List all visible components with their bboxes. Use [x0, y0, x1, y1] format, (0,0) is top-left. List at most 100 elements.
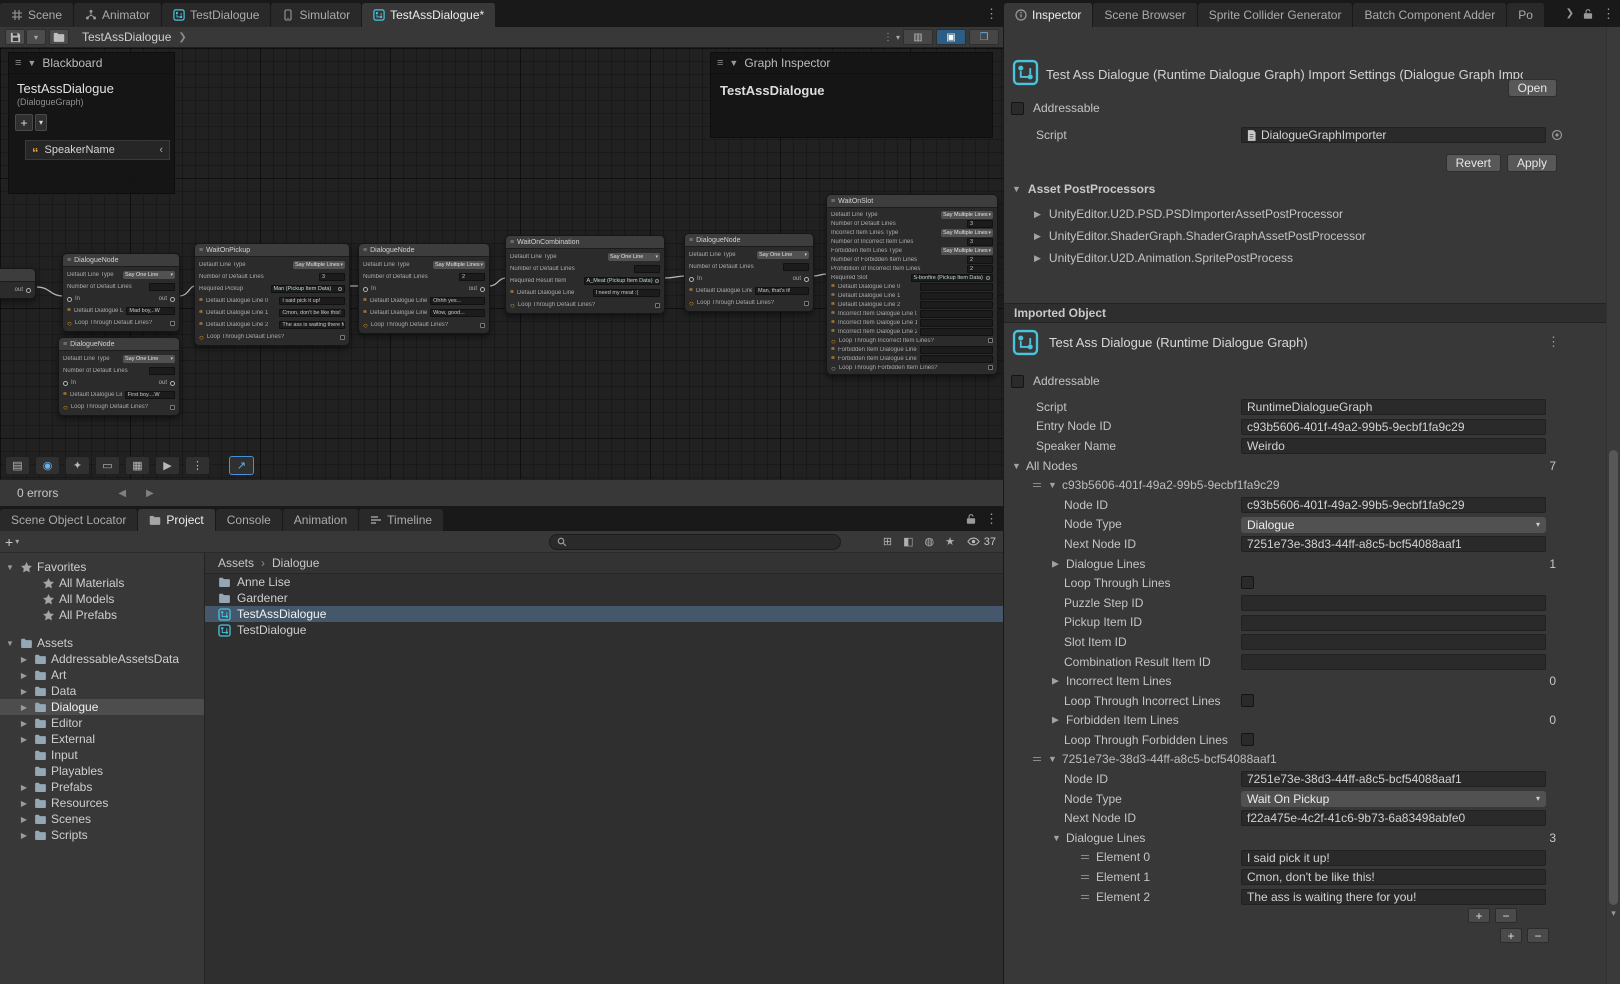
drag-handle-icon[interactable] [1080, 894, 1090, 900]
frame-button[interactable]: ▭ [95, 456, 120, 475]
dialogue-line-field[interactable]: First boy....W [125, 391, 175, 399]
tree-item-addressableassetsdata[interactable]: ▶AddressableAssetsData [0, 651, 204, 667]
output-port-icon[interactable] [170, 297, 175, 302]
addressable-checkbox[interactable] [1011, 102, 1024, 115]
node-text-field[interactable] [149, 283, 175, 291]
tab-scene-browser[interactable]: Scene Browser [1093, 3, 1197, 27]
graph-node-waitonslot[interactable]: ≡WaitOnSlotDefault Line TypeSay Multiple… [826, 194, 998, 375]
tab-testdialogue[interactable]: TestDialogue [162, 3, 271, 27]
tab-animation[interactable]: Animation [283, 509, 359, 531]
file-item-testdialogue[interactable]: TestDialogue [205, 622, 1003, 638]
object-picker-icon[interactable] [1551, 129, 1563, 141]
tab-sprite-collider-generator[interactable]: Sprite Collider Generator [1198, 3, 1354, 27]
file-item-gardener[interactable]: Gardener [205, 590, 1003, 606]
remove-element-button[interactable]: − [1495, 908, 1517, 923]
input-port-icon[interactable] [67, 297, 72, 302]
tab-timeline[interactable]: Timeline [359, 509, 444, 531]
property-value-field[interactable]: Cmon, don't be like this! [1241, 869, 1546, 885]
output-port-icon[interactable] [170, 381, 175, 386]
apply-button[interactable]: Apply [1507, 154, 1557, 172]
revert-button[interactable]: Revert [1446, 154, 1501, 172]
visibility-toggle[interactable]: 37 [967, 536, 996, 548]
property-value-field[interactable]: 7251e73e-38d3-44ff-a8c5-bcf54088aaf1 [1241, 771, 1546, 787]
object-picker-icon[interactable] [655, 279, 659, 283]
node-text-field[interactable] [783, 263, 809, 271]
node-titlebar[interactable]: ≡DialogueNode [63, 254, 179, 267]
info-button[interactable]: ◉ [35, 456, 60, 475]
node-checkbox[interactable] [170, 321, 175, 326]
node-text-field[interactable]: 2 [967, 256, 993, 264]
dialogue-line-field[interactable]: Cmon, don't be like this! [279, 309, 345, 317]
blackboard-panel[interactable]: ≡ ▼ Blackboard TestAssDialogue (Dialogue… [8, 52, 175, 194]
property-value-field[interactable]: c93b5606-401f-49a2-99b5-9ecbf1fa9c29 [1241, 419, 1546, 435]
node-collapse-icon[interactable]: ≡ [199, 247, 203, 254]
foldout-arrow-icon[interactable]: ▶ [18, 703, 30, 712]
node-dropdown[interactable]: Say Multiple Lines▾ [941, 229, 993, 237]
node-text-field[interactable]: 3 [319, 273, 345, 281]
file-item-testassdialogue[interactable]: TestAssDialogue [205, 606, 1003, 622]
tree-item-resources[interactable]: ▶Resources [0, 795, 204, 811]
play-button[interactable]: ▶ [155, 456, 180, 475]
foldout-arrow-icon[interactable]: ▼ [4, 563, 16, 572]
foldout-arrow-icon[interactable]: ▼ [729, 58, 738, 68]
property-checkbox[interactable] [1241, 733, 1254, 746]
node-text-field[interactable]: 2 [967, 265, 993, 273]
node-dropdown[interactable]: Say Multiple Lines▾ [941, 247, 993, 255]
dialogue-line-field[interactable] [920, 319, 993, 327]
array-size-value[interactable]: 7 [1549, 459, 1556, 473]
tools-button[interactable]: ✦ [65, 456, 90, 475]
input-port-icon[interactable] [63, 381, 68, 386]
property-value-field[interactable]: 7251e73e-38d3-44ff-a8c5-bcf54088aaf1 [1241, 536, 1546, 552]
node-checkbox[interactable] [804, 301, 809, 306]
property-value-field[interactable] [1241, 595, 1546, 611]
foldout-arrow-icon[interactable]: ▶ [1052, 676, 1059, 687]
script-field[interactable]: DialogueGraphImporter [1241, 127, 1546, 143]
next-error-button[interactable]: ▶ [146, 488, 154, 499]
toolbar-menu-icon[interactable]: ⋮ [883, 32, 893, 43]
node-dropdown[interactable]: Say One Line▾ [123, 355, 175, 363]
node-collapse-icon[interactable]: ≡ [689, 237, 693, 244]
node-titlebar[interactable]: ≡WaitOnSlot [827, 195, 997, 208]
node-checkbox[interactable] [988, 365, 993, 370]
open-in-search-icon[interactable]: ⊞ [883, 535, 892, 548]
foldout-arrow-icon[interactable]: ▶ [18, 655, 30, 664]
foldout-arrow-icon[interactable]: ▶ [18, 783, 30, 792]
pane-menu-icon[interactable]: ⋮ [985, 6, 998, 22]
breadcrumb-current[interactable]: Dialogue [272, 556, 319, 570]
graph-node-waitoncombination[interactable]: ≡WaitOnCombinationDefault Line TypeSay O… [505, 235, 665, 314]
array-size-value[interactable]: 3 [1549, 831, 1556, 845]
node-dropdown[interactable]: Say Multiple Lines▾ [941, 211, 993, 219]
dialogue-line-field[interactable] [920, 328, 993, 336]
load-asset-button[interactable] [49, 29, 69, 45]
link-toggle-button[interactable]: ↗ [229, 456, 254, 475]
breadcrumb-root[interactable]: Assets [218, 556, 254, 570]
property-value-field[interactable]: I said pick it up! [1241, 850, 1546, 866]
input-port-icon[interactable] [689, 277, 694, 282]
dialogue-line-field[interactable]: Man, that's it! [755, 287, 809, 295]
foldout-arrow-icon[interactable]: ▶ [1052, 558, 1059, 569]
node-dropdown[interactable]: Say One Line▾ [123, 271, 175, 279]
save-button[interactable] [5, 29, 25, 45]
foldout-arrow-icon[interactable]: ▶ [18, 799, 30, 808]
property-value-field[interactable]: The ass is waiting there for you! [1241, 889, 1546, 905]
tree-item-dialogue[interactable]: ▶Dialogue [0, 699, 204, 715]
toolbar-dropdown-icon[interactable]: ▾ [896, 33, 900, 42]
tree-item-scripts[interactable]: ▶Scripts [0, 827, 204, 843]
filter-type-icon[interactable]: ◧ [903, 535, 913, 548]
graph-inspector-toggle-button[interactable]: ❐ [969, 29, 999, 45]
node-titlebar[interactable]: ≡WaitOnCombination [506, 236, 664, 249]
array-size-value[interactable]: 0 [1549, 674, 1556, 688]
prev-error-button[interactable]: ◀ [118, 488, 126, 499]
object-picker-icon[interactable] [986, 276, 990, 280]
tree-item-art[interactable]: ▶Art [0, 667, 204, 683]
foldout-arrow-icon[interactable]: ▼ [1048, 480, 1057, 490]
tab-animator[interactable]: Animator [74, 3, 162, 27]
graph-node-rtnode[interactable]: ≡rtNodeaterlaneout [0, 268, 36, 299]
property-dropdown[interactable]: Dialogue▾ [1241, 517, 1546, 533]
minimap-toggle-button[interactable]: ▥ [903, 29, 933, 45]
save-dropdown-button[interactable]: ▾ [26, 29, 46, 45]
tree-item-scenes[interactable]: ▶Scenes [0, 811, 204, 827]
project-search[interactable] [549, 534, 841, 550]
foldout-arrow-icon[interactable]: ▼ [27, 58, 36, 68]
postprocessor-item[interactable]: ▶UnityEditor.U2D.PSD.PSDImporterAssetPos… [1034, 203, 1610, 225]
